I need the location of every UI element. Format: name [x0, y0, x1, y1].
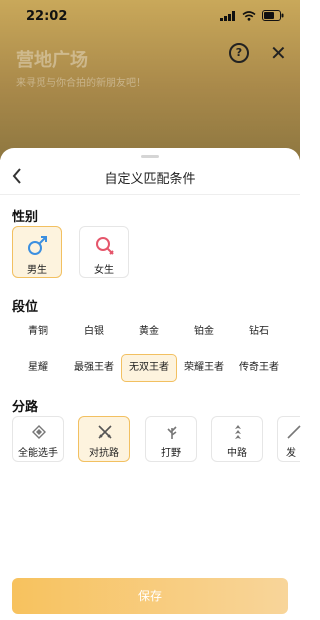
save-button[interactable]: 保存 — [12, 578, 288, 614]
gender-option-label: 男生 — [27, 265, 47, 276]
close-icon[interactable]: ✕ — [270, 41, 287, 65]
lane-option-jungle[interactable]: 打野 — [145, 416, 197, 462]
lane-option-mid-lane[interactable]: 中路 — [211, 416, 263, 462]
rank-option-strongest-king[interactable]: 最强王者 — [64, 354, 124, 382]
rank-option-legend-king[interactable]: 传奇王者 — [229, 354, 289, 382]
signal-icon — [220, 10, 235, 21]
rank-option-platinum[interactable]: 铂金 — [174, 318, 234, 346]
lane-option-label: 发 — [286, 448, 296, 459]
gender-option-male[interactable]: 男生 — [12, 226, 62, 278]
help-icon[interactable]: ? — [229, 43, 249, 63]
mid-lane-icon — [235, 425, 241, 439]
rank-option-gold[interactable]: 黄金 — [119, 318, 179, 346]
sheet-title: 自定义匹配条件 — [104, 172, 196, 187]
lane-option-label: 中路 — [227, 448, 247, 459]
rank-option-glory-king[interactable]: 荣耀王者 — [174, 354, 234, 382]
background-subtitle: 来寻觅与你合拍的新朋友吧！ — [16, 78, 146, 89]
lane-option-clash-lane[interactable]: 对抗路 — [78, 416, 130, 462]
gender-option-label: 女生 — [94, 265, 114, 276]
battery-icon — [262, 10, 284, 21]
jungle-leaf-icon — [167, 426, 177, 439]
match-conditions-sheet: 自定义匹配条件 性别 男生 女生 段位 青铜 白银 黄金 铂金 钻石 星耀 最强… — [0, 148, 301, 620]
gender-section-title: 性别 — [12, 210, 39, 225]
status-icons — [220, 10, 284, 21]
lane-option-label: 打野 — [161, 448, 181, 459]
crossed-swords-icon — [98, 425, 112, 439]
gender-option-female[interactable]: 女生 — [79, 226, 129, 278]
rank-section-title: 段位 — [12, 300, 39, 315]
lane-option-label: 全能选手 — [18, 448, 58, 459]
male-symbol-icon — [28, 236, 47, 255]
rank-option-bronze[interactable]: 青铜 — [8, 318, 68, 346]
lane-section-title: 分路 — [12, 400, 39, 415]
rank-option-diamond[interactable]: 钻石 — [229, 318, 289, 346]
sheet-header: 自定义匹配条件 — [0, 164, 300, 192]
sheet-grab-handle[interactable] — [141, 155, 159, 158]
rank-option-silver[interactable]: 白银 — [64, 318, 124, 346]
wifi-icon — [242, 10, 256, 21]
status-bar: 22:02 — [0, 0, 300, 34]
rank-option-peerless-king[interactable]: 无双王者 — [121, 354, 177, 382]
header-divider — [0, 194, 300, 195]
lane-option-farm-lane[interactable]: 发 — [277, 416, 301, 462]
lane-option-label: 对抗路 — [89, 448, 119, 459]
all-round-icon — [32, 425, 46, 439]
farm-lane-icon — [287, 425, 301, 439]
status-time: 22:02 — [26, 9, 68, 24]
background-title: 营地广场 — [16, 50, 88, 71]
rank-option-starlight[interactable]: 星耀 — [8, 354, 68, 382]
lane-option-all-round[interactable]: 全能选手 — [12, 416, 64, 462]
female-symbol-icon — [96, 237, 114, 255]
